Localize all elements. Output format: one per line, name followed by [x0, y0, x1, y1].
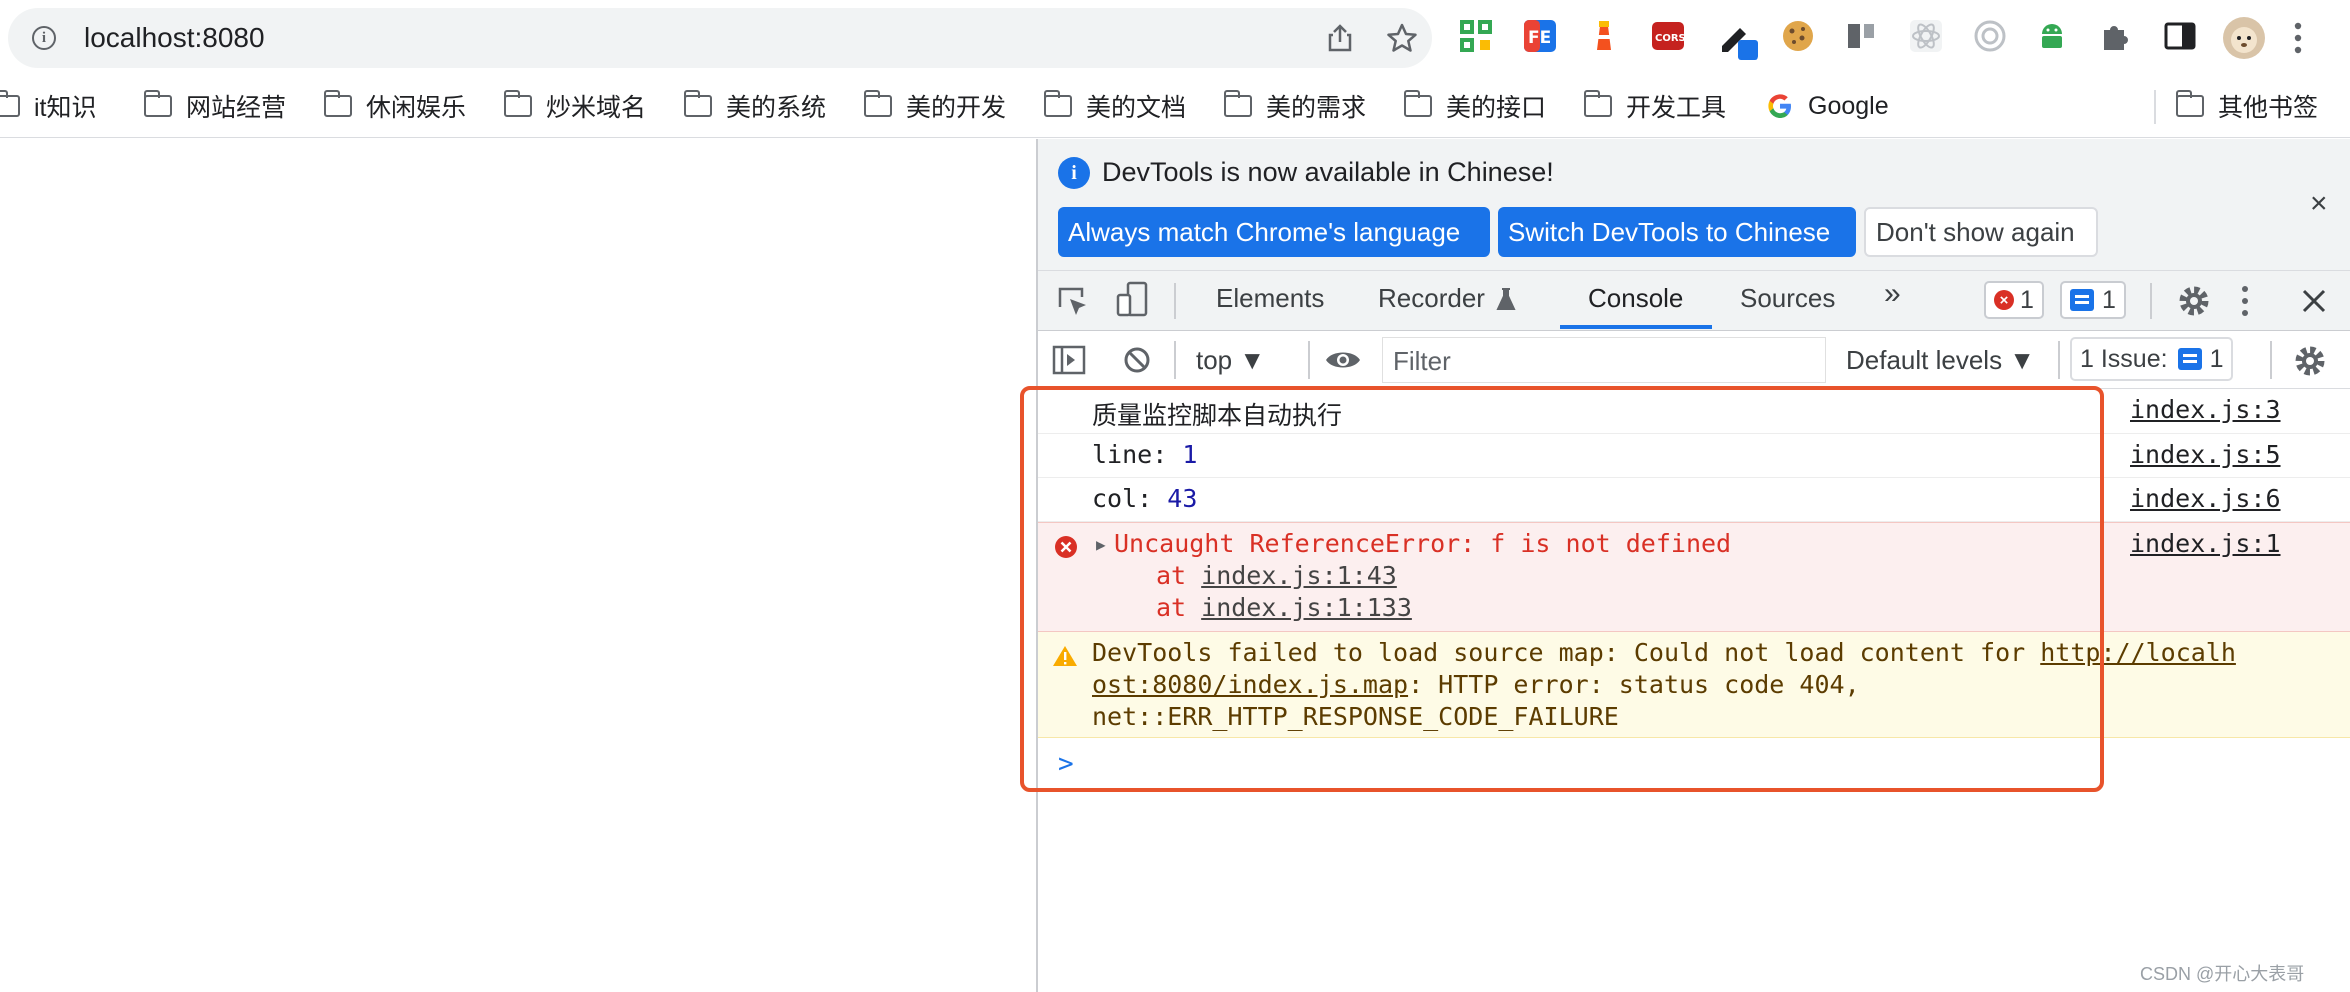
source-link[interactable]: index.js:1	[2130, 529, 2281, 558]
close-devtools-icon[interactable]	[2300, 287, 2328, 315]
switch-to-chinese-button[interactable]: Switch DevTools to Chinese	[1498, 207, 1856, 257]
bookmark-folder[interactable]: 美的需求	[1223, 88, 1366, 124]
watermark: CSDN @开心大表哥	[2140, 964, 2305, 984]
infobar-message: DevTools is now available in Chinese!	[1102, 157, 1554, 187]
cors-extension-icon[interactable]: CORS	[1650, 18, 1686, 54]
share-icon[interactable]	[1324, 22, 1356, 54]
more-tabs-icon[interactable]: »	[1884, 277, 1901, 311]
tab-sources[interactable]: Sources	[1740, 283, 1835, 314]
always-match-language-button[interactable]: Always match Chrome's language	[1058, 207, 1490, 257]
bookmark-folder[interactable]: 开发工具	[1583, 88, 1726, 124]
svg-text:FE: FE	[1528, 28, 1551, 48]
react-extension-icon[interactable]	[1908, 18, 1944, 54]
folder-icon	[1583, 90, 1612, 117]
bookmark-separator	[2154, 90, 2156, 124]
info-icon: i	[1058, 157, 1090, 189]
separator	[1308, 341, 1310, 379]
svg-text:CORS: CORS	[1655, 33, 1686, 44]
bookmark-google[interactable]: Google	[1766, 88, 1889, 124]
annotation-highlight-box	[1020, 386, 2104, 792]
devtools-tabstrip: Elements Recorder Console Sources » × 1 1	[1038, 271, 2350, 331]
bookmark-folder[interactable]: 网站经营	[143, 88, 286, 124]
kebab-menu-icon[interactable]	[2288, 18, 2308, 58]
console-toolbar: top ▼ Filter Default levels ▼ 1 Issue: 1	[1038, 331, 2350, 389]
source-link[interactable]: index.js:6	[2130, 484, 2281, 513]
folder-icon	[1223, 90, 1252, 117]
url-text[interactable]: localhost:8080	[84, 22, 265, 54]
issues-button[interactable]: 1 Issue: 1	[2070, 337, 2234, 381]
lighthouse-extension-icon[interactable]	[1586, 18, 1622, 54]
bookmark-folder[interactable]: 美的文档	[1043, 88, 1186, 124]
bookmark-folder[interactable]: 炒米域名	[503, 88, 646, 124]
log-levels-dropdown[interactable]: Default levels ▼	[1846, 345, 2035, 376]
console-settings-gear-icon[interactable]	[2292, 343, 2328, 379]
panel-extension-icon[interactable]	[1844, 18, 1880, 54]
folder-icon	[1043, 90, 1072, 117]
sidebar-toggle-icon[interactable]	[1052, 345, 1086, 375]
live-expression-eye-icon[interactable]	[1324, 347, 1362, 373]
separator	[2058, 341, 2060, 379]
target-extension-icon[interactable]	[1972, 18, 2008, 54]
device-toolbar-icon[interactable]	[1116, 281, 1150, 319]
folder-icon	[683, 90, 712, 117]
page-content	[0, 139, 1036, 992]
context-selector[interactable]: top ▼	[1196, 345, 1265, 376]
bookmark-folder[interactable]: 休闲娱乐	[323, 88, 466, 124]
separator	[1174, 341, 1176, 379]
bookmark-folder[interactable]: 美的开发	[863, 88, 1006, 124]
tab-console[interactable]: Console	[1588, 283, 1683, 314]
bookmark-folder[interactable]: 美的接口	[1403, 88, 1546, 124]
profile-avatar[interactable]	[2222, 16, 2266, 60]
tab-recorder[interactable]: Recorder	[1378, 283, 1485, 314]
google-icon	[1768, 94, 1791, 118]
extensions-puzzle-icon[interactable]	[2098, 18, 2134, 54]
inspect-element-icon[interactable]	[1056, 285, 1090, 319]
message-count-badge[interactable]: 1	[2060, 281, 2126, 319]
tab-elements[interactable]: Elements	[1216, 283, 1324, 314]
clear-console-icon[interactable]	[1122, 345, 1152, 375]
active-tab-indicator	[1560, 325, 1712, 329]
folder-icon	[0, 90, 20, 117]
message-icon	[2177, 348, 2202, 370]
error-count-badge[interactable]: × 1	[1984, 281, 2044, 319]
folder-icon	[863, 90, 892, 117]
source-link[interactable]: index.js:3	[2130, 395, 2281, 424]
folder-icon	[503, 90, 532, 117]
bookmarks-bar: it知识 网站经营 休闲娱乐 炒米域名 美的系统 美的开发 美的文档 美的需求 …	[0, 78, 2350, 138]
separator	[2150, 283, 2152, 319]
bookmark-folder[interactable]: 美的系统	[683, 88, 826, 124]
folder-icon	[323, 90, 352, 117]
language-infobar: i DevTools is now available in Chinese! …	[1038, 139, 2350, 271]
bookmark-star-icon[interactable]	[1386, 22, 1418, 54]
color-picker-extension-icon[interactable]	[1718, 18, 1758, 62]
folder-icon	[1403, 90, 1432, 117]
other-bookmarks[interactable]: 其他书签	[2175, 88, 2318, 124]
cookie-extension-icon[interactable]	[1780, 18, 1816, 54]
folder-icon	[143, 90, 172, 117]
info-icon[interactable]: i	[32, 26, 56, 50]
qr-extension-icon[interactable]	[1458, 18, 1494, 54]
settings-gear-icon[interactable]	[2176, 283, 2212, 319]
message-icon	[2070, 289, 2094, 311]
error-icon: ×	[1994, 290, 2014, 310]
kebab-menu-icon[interactable]	[2238, 283, 2252, 319]
close-icon[interactable]: ×	[2310, 187, 2328, 221]
dont-show-again-button[interactable]: Don't show again	[1864, 207, 2098, 257]
filter-input[interactable]: Filter	[1382, 337, 1826, 383]
bookmark-folder[interactable]: it知识	[0, 88, 97, 124]
separator	[2270, 341, 2272, 379]
source-link[interactable]: index.js:5	[2130, 440, 2281, 469]
browser-toolbar: i localhost:8080 FE CORS	[0, 0, 2350, 78]
address-bar[interactable]: i localhost:8080	[8, 8, 1432, 68]
side-panel-icon[interactable]	[2162, 18, 2198, 54]
fe-extension-icon[interactable]: FE	[1522, 18, 1558, 54]
separator	[1174, 283, 1176, 319]
flask-icon	[1496, 288, 1516, 310]
folder-icon	[2175, 90, 2204, 117]
android-extension-icon[interactable]	[2034, 18, 2070, 54]
